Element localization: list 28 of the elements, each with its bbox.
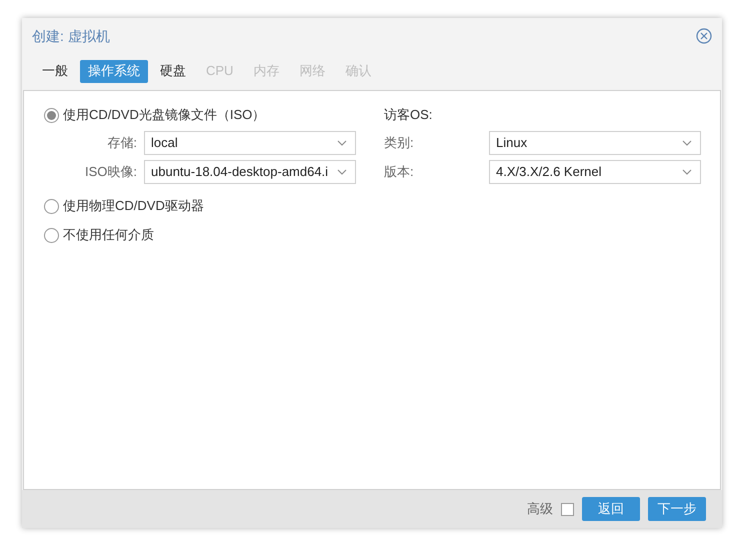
next-button[interactable]: 下一步 xyxy=(648,497,706,521)
chevron-down-icon xyxy=(337,140,347,146)
close-icon[interactable] xyxy=(696,28,712,44)
field-label: 存储: xyxy=(106,134,137,152)
chevron-down-icon xyxy=(682,169,692,175)
field-label: 类别: xyxy=(384,134,415,152)
field-label: ISO映像: xyxy=(84,163,137,182)
radio-label: 不使用任何介质 xyxy=(63,226,154,244)
window-title: 创建: 虚拟机 xyxy=(32,26,110,46)
radio-label: 使用CD/DVD光盘镜像文件（ISO） xyxy=(63,106,266,124)
chevron-down-icon xyxy=(337,169,347,175)
radio-label: 使用物理CD/DVD驱动器 xyxy=(63,197,204,216)
back-button[interactable]: 返回 xyxy=(582,497,640,521)
dropdown-field[interactable]: local xyxy=(144,131,356,155)
tab[interactable]: 硬盘 xyxy=(152,60,194,82)
dropdown-field[interactable]: 4.X/3.X/2.6 Kernel xyxy=(489,160,701,184)
radio-button[interactable] xyxy=(44,198,59,214)
tab[interactable]: 操作系统 xyxy=(80,60,148,82)
field-label: 版本: xyxy=(384,163,415,182)
dropdown-field[interactable]: Linux xyxy=(489,131,701,155)
section-heading: 访客OS: xyxy=(384,106,434,124)
checkbox-label: 高级 xyxy=(527,500,553,518)
radio-button[interactable] xyxy=(44,108,59,122)
checkbox[interactable] xyxy=(561,502,574,516)
tab[interactable]: 一般 xyxy=(34,60,76,82)
dropdown-field[interactable]: ubuntu-18.04-desktop-amd64.i xyxy=(144,160,356,184)
radio-button[interactable] xyxy=(44,228,59,242)
chevron-down-icon xyxy=(682,140,692,146)
